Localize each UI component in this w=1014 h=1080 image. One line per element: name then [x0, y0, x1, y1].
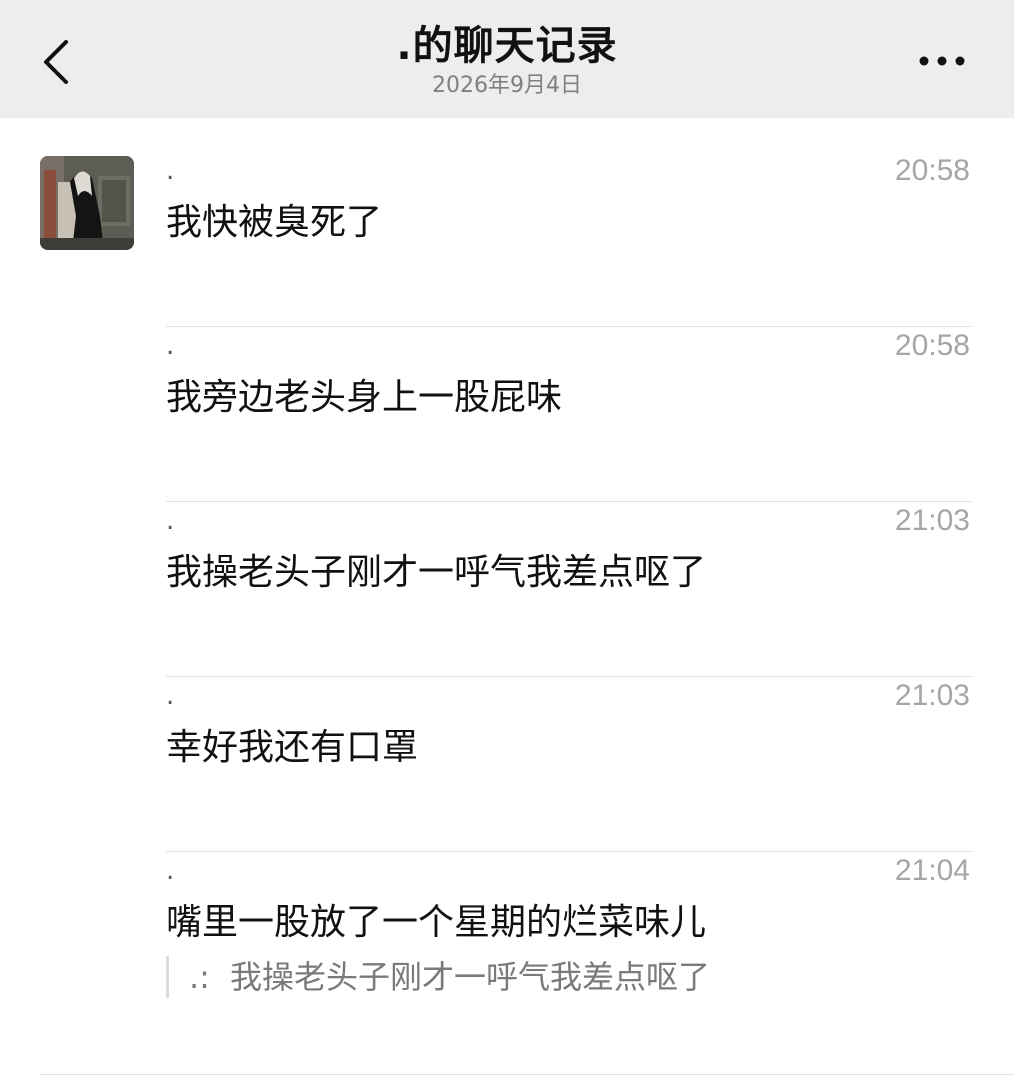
message-sender: .: [166, 681, 175, 711]
quoted-message[interactable]: .: 我操老头子刚才一呼气我差点呕了: [166, 956, 710, 998]
message-text: 我快被臭死了: [166, 202, 383, 243]
chat-history-header: .的聊天记录 2026年9月4日: [0, 0, 1014, 118]
more-button[interactable]: [912, 44, 972, 78]
avatar[interactable]: [40, 156, 134, 250]
message-text: 嘴里一股放了一个星期的烂菜味儿: [166, 902, 707, 943]
message-sender: .: [166, 506, 175, 536]
message-sender: .: [166, 856, 175, 886]
title-block: .的聊天记录 2026年9月4日: [0, 20, 1014, 100]
message-time: 21:03: [894, 679, 970, 712]
bottom-divider: [40, 1074, 1014, 1075]
message-time: 20:58: [894, 329, 970, 362]
message-item[interactable]: . 21:03 幸好我还有口罩: [166, 677, 972, 852]
message-time: 20:58: [894, 154, 970, 187]
message-item[interactable]: . 20:58 我旁边老头身上一股屁味: [166, 327, 972, 502]
message-item[interactable]: . 21:04 嘴里一股放了一个星期的烂菜味儿 .: 我操老头子刚才一呼气我差点呕…: [166, 852, 972, 1032]
quoted-sender: .:: [189, 958, 210, 996]
message-text: 幸好我还有口罩: [166, 727, 419, 768]
chat-date: 2026年9月4日: [432, 73, 582, 98]
avatar-image: [40, 156, 134, 250]
page-title: .的聊天记录: [396, 23, 618, 69]
message-item[interactable]: . 21:03 我操老头子刚才一呼气我差点呕了: [166, 502, 972, 677]
message-sender: .: [166, 156, 175, 186]
message-item[interactable]: . 20:58 我快被臭死了: [166, 152, 972, 327]
message-time: 21:04: [894, 854, 970, 887]
quoted-text: 我操老头子刚才一呼气我差点呕了: [229, 958, 710, 996]
message-text: 我操老头子刚才一呼气我差点呕了: [166, 552, 707, 593]
more-dots-icon: [919, 56, 965, 66]
message-time: 21:03: [894, 504, 970, 537]
message-sender: .: [166, 331, 175, 361]
message-text: 我旁边老头身上一股屁味: [166, 377, 563, 418]
